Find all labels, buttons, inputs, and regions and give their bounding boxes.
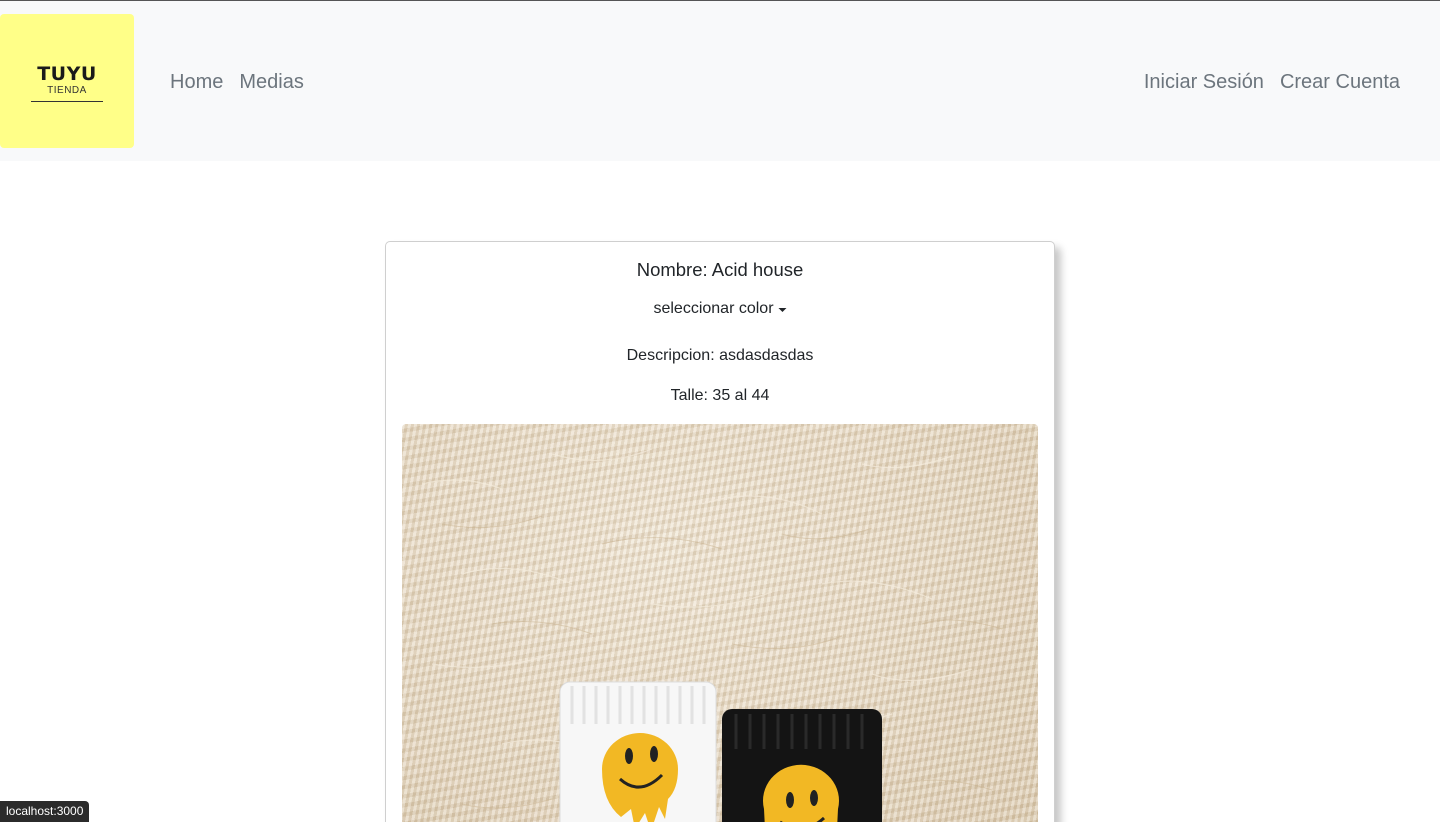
nav-link-register[interactable]: Crear Cuenta (1280, 69, 1400, 95)
logo-main-text: TUYU (37, 63, 97, 85)
socks-photo-icon (421, 448, 1003, 822)
product-size: Talle: 35 al 44 (670, 387, 770, 404)
nav-link-medias[interactable]: Medias (239, 69, 303, 95)
nav-right: Iniciar Sesión Crear Cuenta (1144, 69, 1400, 95)
product-description: Descripcion: asdasdasdas (626, 347, 814, 364)
page: TUYU TIENDA Home Medias Iniciar Sesión C… (0, 0, 1440, 822)
product-card: Nombre: Acid house seleccionar color Des… (385, 241, 1055, 822)
logo-sub-text: TIENDA (47, 85, 87, 96)
color-dropdown-label: seleccionar color (653, 300, 774, 317)
logo-underline (31, 101, 103, 102)
logo[interactable]: TUYU TIENDA (0, 14, 134, 148)
color-dropdown[interactable]: seleccionar color (653, 300, 787, 318)
nav-link-login[interactable]: Iniciar Sesión (1144, 69, 1264, 95)
status-bar-url: localhost:3000 (0, 801, 90, 822)
caret-down-icon (778, 308, 787, 312)
navbar: TUYU TIENDA Home Medias Iniciar Sesión C… (0, 1, 1440, 161)
product-title: Nombre: Acid house (636, 259, 804, 280)
product-image (402, 424, 1038, 822)
nav-left: Home Medias (170, 69, 304, 95)
nav-link-home[interactable]: Home (170, 69, 223, 95)
